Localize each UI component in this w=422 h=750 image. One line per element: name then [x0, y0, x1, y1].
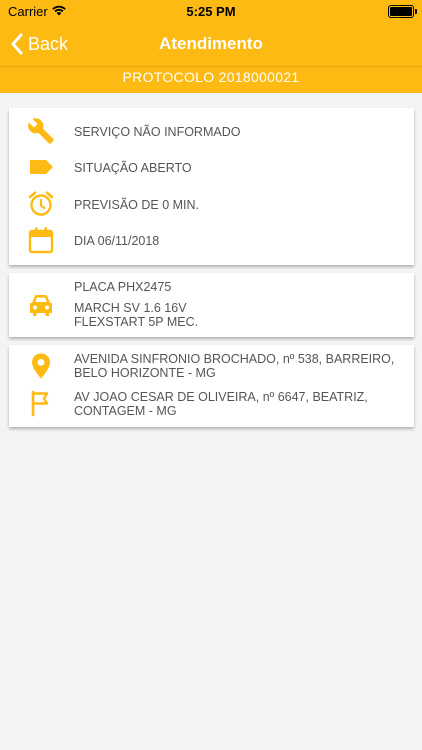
battery-icon: [388, 5, 417, 18]
situation-row: SITUAÇÃO ABERTO: [9, 153, 414, 183]
tag-icon: [27, 153, 55, 181]
forecast-row: PREVISÃO DE 0 MIN.: [9, 190, 414, 220]
destination-line-1: AV JOAO CESAR DE OLIVEIRA, nº 6647, BEAT…: [74, 390, 368, 404]
header: Carrier 5:25 PM Back Atendimento PROTOCO…: [0, 0, 422, 93]
service-row: SERVIÇO NÃO INFORMADO: [9, 117, 414, 147]
address-card: AVENIDA SINFRONIO BROCHADO, nº 538, BARR…: [9, 345, 414, 427]
location-pin-icon: [27, 352, 55, 380]
service-text: SERVIÇO NÃO INFORMADO: [74, 125, 241, 139]
protocol-label: PROTOCOLO 2018000021: [122, 69, 300, 85]
origin-line-2: BELO HORIZONTE - MG: [74, 366, 216, 380]
model-line-2: FLEXSTART 5P MEC.: [74, 315, 199, 329]
date-text: DIA 06/11/2018: [74, 234, 160, 248]
page-title: Atendimento: [159, 34, 263, 53]
date-row: DIA 06/11/2018: [9, 226, 414, 256]
vehicle-row: PLACA PHX2475 MARCH SV 1.6 16V FLEXSTART…: [9, 273, 414, 337]
status-bar: Carrier 5:25 PM: [0, 0, 422, 22]
plate-text: PLACA PHX2475: [74, 280, 172, 294]
model-line-1: MARCH SV 1.6 16V: [74, 301, 187, 315]
forecast-text: PREVISÃO DE 0 MIN.: [74, 198, 200, 212]
situation-text: SITUAÇÃO ABERTO: [74, 161, 192, 175]
service-card: SERVIÇO NÃO INFORMADO SITUAÇÃO ABERTO PR…: [9, 108, 414, 265]
destination-row: AV JOAO CESAR DE OLIVEIRA, nº 6647, BEAT…: [9, 383, 414, 423]
flag-icon: [27, 389, 55, 417]
calendar-icon: [27, 226, 55, 254]
navigation-bar: Back Atendimento: [0, 22, 422, 66]
origin-row: AVENIDA SINFRONIO BROCHADO, nº 538, BARR…: [9, 345, 414, 383]
destination-line-2: CONTAGEM - MG: [74, 404, 177, 418]
wrench-icon: [27, 117, 55, 145]
clock: 5:25 PM: [186, 4, 236, 19]
car-icon: [27, 291, 55, 319]
vehicle-card: PLACA PHX2475 MARCH SV 1.6 16V FLEXSTART…: [9, 273, 414, 337]
origin-line-1: AVENIDA SINFRONIO BROCHADO, nº 538, BARR…: [74, 352, 395, 366]
alarm-clock-icon: [27, 190, 55, 218]
